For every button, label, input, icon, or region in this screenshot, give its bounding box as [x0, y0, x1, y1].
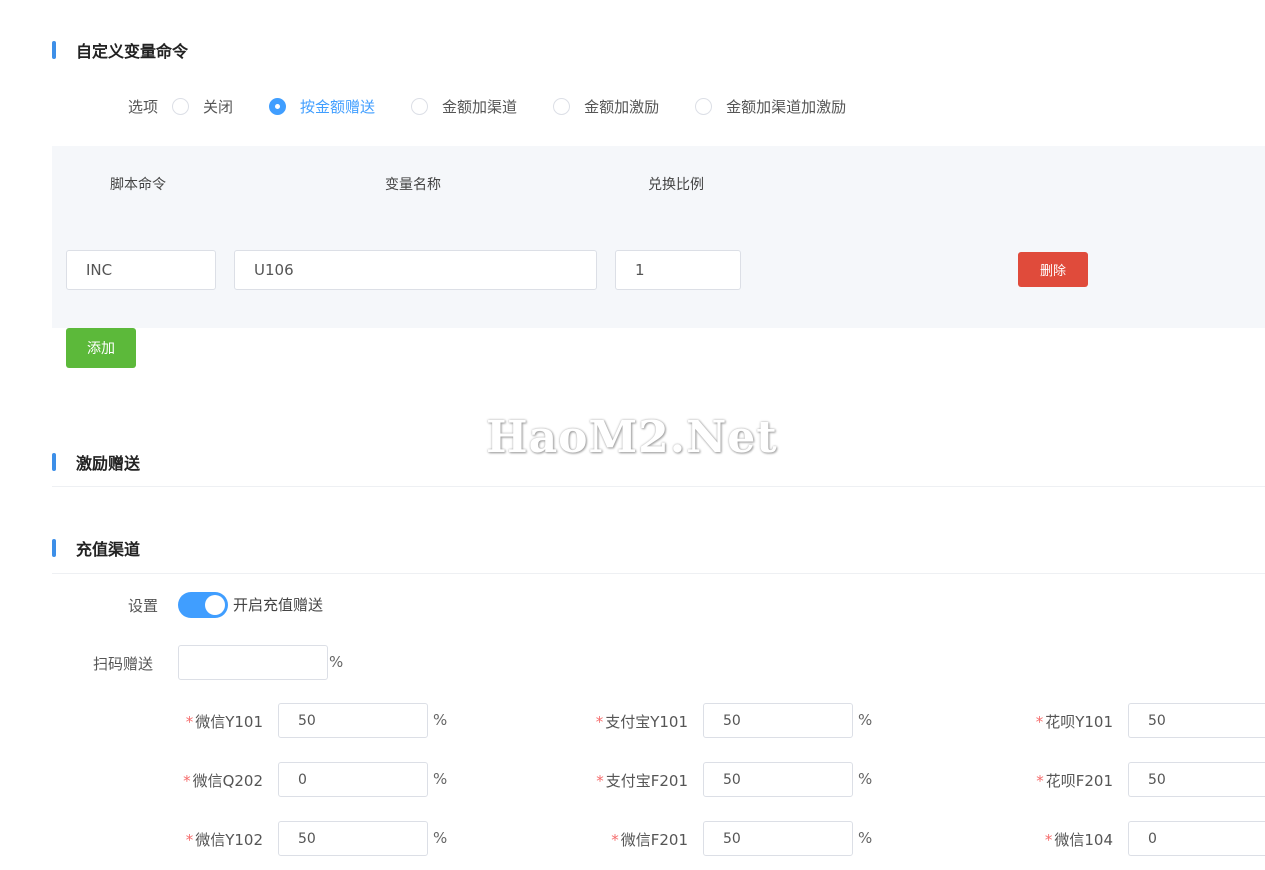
wechat-104-input[interactable]: 0 [1128, 821, 1265, 856]
radio-circle[interactable] [269, 97, 287, 115]
radio-amount-channel[interactable]: 金额加渠道 [411, 96, 517, 117]
alipay-f201-input[interactable]: 50 [703, 762, 853, 797]
channel-label: * 微信F201 [611, 829, 688, 850]
wechat-y102-input[interactable]: 50 [278, 821, 428, 856]
channel-name: 支付宝Y101 [605, 713, 688, 731]
radio-label: 金额加渠道加激励 [726, 97, 847, 116]
section-title-recharge: 充值渠道 [52, 536, 140, 560]
required-mark: * [1036, 772, 1044, 790]
percent-sign: % [329, 653, 344, 671]
percent-sign: % [433, 770, 448, 788]
watermark-text: HaoM2.Net [486, 412, 778, 463]
radio-label: 金额加激励 [584, 97, 660, 116]
channel-label: * 微信104 [1045, 829, 1113, 850]
percent-sign: % [433, 829, 448, 847]
channel-name: 微信Y102 [195, 831, 263, 849]
section-title-text: 自定义变量命令 [76, 42, 189, 61]
radio-circle[interactable] [553, 97, 571, 115]
required-mark: * [185, 831, 194, 849]
radio-label: 按金额赠送 [300, 97, 376, 116]
channel-label: * 微信Y102 [186, 829, 263, 850]
wechat-y101-input[interactable]: 50 [278, 703, 428, 738]
huabei-f201-input[interactable]: 50 [1128, 762, 1265, 797]
radio-off[interactable]: 关闭 [172, 96, 233, 117]
radio-circle[interactable] [172, 97, 190, 115]
percent-sign: % [858, 711, 873, 729]
required-mark: * [1044, 831, 1053, 849]
channel-label: * 微信Y101 [186, 711, 263, 732]
required-mark: * [611, 831, 619, 849]
percent-sign: % [433, 711, 448, 729]
channel-name: 支付宝F201 [605, 772, 688, 790]
radio-label: 金额加渠道 [442, 97, 518, 116]
section-divider [52, 573, 1265, 574]
variable-name-input[interactable]: U106 [234, 250, 597, 290]
channel-name: 微信Y101 [195, 713, 263, 731]
header-script-command: 脚本命令 [110, 177, 166, 193]
header-exchange-ratio: 兑换比例 [648, 177, 704, 193]
header-variable-name: 变量名称 [385, 177, 441, 193]
section-divider [52, 486, 1265, 487]
wechat-f201-input[interactable]: 50 [703, 821, 853, 856]
channel-name: 微信104 [1054, 831, 1113, 849]
section-accent-bar [52, 41, 56, 59]
required-mark: * [183, 772, 191, 790]
channel-label: * 花呗F201 [1036, 770, 1113, 791]
required-mark: * [185, 713, 194, 731]
channel-label: * 微信Q202 [183, 770, 263, 791]
channel-name: 花呗Y101 [1045, 713, 1113, 731]
option-radio-group: 选项 关闭 按金额赠送 金额加渠道 金额加激励 金额加渠道加激励 [128, 94, 882, 118]
option-label: 选项 [128, 97, 159, 116]
required-mark: * [596, 772, 604, 790]
channel-label: * 支付宝F201 [596, 770, 688, 791]
channel-name: 花呗F201 [1045, 772, 1113, 790]
scan-gift-input[interactable] [178, 645, 328, 680]
alipay-y101-input[interactable]: 50 [703, 703, 853, 738]
radio-label: 关闭 [203, 97, 234, 116]
channel-label: * 支付宝Y101 [596, 711, 688, 732]
channel-label: * 花呗Y101 [1036, 711, 1113, 732]
section-title-text: 充值渠道 [76, 540, 141, 559]
scan-gift-label: 扫码赠送 [93, 655, 154, 673]
section-title-incentive: 激励赠送 [52, 450, 140, 474]
setting-label: 设置 [128, 597, 159, 615]
switch-knob [205, 595, 225, 615]
required-mark: * [1035, 713, 1044, 731]
section-accent-bar [52, 539, 56, 557]
radio-by-amount[interactable]: 按金额赠送 [269, 96, 375, 117]
channel-name: 微信Q202 [192, 772, 263, 790]
section-accent-bar [52, 453, 56, 471]
add-button[interactable]: 添加 [66, 328, 136, 368]
command-table: 脚本命令 变量名称 兑换比例 INC U106 1 删除 [52, 146, 1265, 328]
delete-button[interactable]: 删除 [1018, 252, 1088, 287]
section-title-custom-command: 自定义变量命令 [52, 38, 188, 62]
radio-amount-incentive[interactable]: 金额加激励 [553, 96, 659, 117]
script-command-input[interactable]: INC [66, 250, 216, 290]
wechat-q202-input[interactable]: 0 [278, 762, 428, 797]
radio-circle[interactable] [695, 97, 713, 115]
radio-circle[interactable] [411, 97, 429, 115]
percent-sign: % [858, 770, 873, 788]
recharge-gift-switch[interactable] [178, 592, 228, 618]
percent-sign: % [858, 829, 873, 847]
section-title-text: 激励赠送 [76, 454, 141, 473]
switch-label: 开启充值赠送 [233, 596, 324, 614]
required-mark: * [595, 713, 604, 731]
huabei-y101-input[interactable]: 50 [1128, 703, 1265, 738]
channel-name: 微信F201 [620, 831, 688, 849]
radio-amount-channel-incentive[interactable]: 金额加渠道加激励 [695, 96, 846, 117]
exchange-ratio-input[interactable]: 1 [615, 250, 741, 290]
